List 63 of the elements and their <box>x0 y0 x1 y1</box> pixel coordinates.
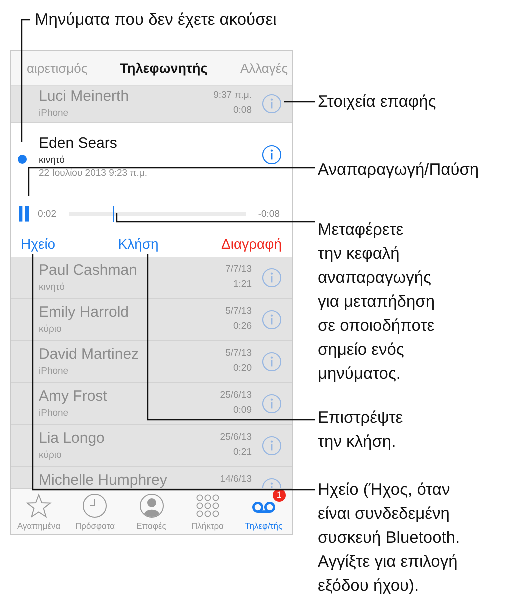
tab-item[interactable]: Πλήκτρα <box>180 489 236 534</box>
leader-line <box>284 101 315 103</box>
tab-label: Επαφές <box>136 520 166 530</box>
action-link[interactable]: Ηχείο <box>21 236 56 252</box>
segment-title[interactable]: Αλλαγές <box>240 60 288 76</box>
caller-name: David Martinez <box>39 346 140 363</box>
message-date: 22 Ιουλίου 2013 9:23 π.μ. <box>39 168 149 179</box>
callout-text: Στοιχεία επαφής <box>318 92 436 113</box>
caller-name: Emily Harrold <box>39 304 130 321</box>
phone-label: κινητό <box>39 282 66 293</box>
info-icon[interactable] <box>262 145 282 165</box>
pause-icon[interactable] <box>19 206 30 222</box>
phone-label: iPhone <box>39 108 70 119</box>
message-time: 9:37 π.μ. <box>214 89 252 103</box>
clock-icon <box>82 492 108 518</box>
callout-text: Επιστρέψτε την κλήση. <box>318 408 404 453</box>
star-icon <box>26 492 52 518</box>
caller-name: Amy Frost <box>39 388 108 405</box>
callout-text: Αναπαραγωγή/Παύση <box>318 160 480 181</box>
tab-label: Πλήκτρα <box>191 520 224 530</box>
phone-label: κύριο <box>39 450 63 461</box>
action-link[interactable]: Διαγραφή <box>222 236 282 252</box>
tab-item[interactable]: Πρόσφατα <box>67 489 124 534</box>
voicemail-icon <box>252 502 276 512</box>
segment-title[interactable]: Τηλεφωνητής <box>120 60 208 76</box>
message-time: 5/7/13 <box>226 347 252 361</box>
person-icon <box>138 492 164 518</box>
message-duration: 0:08 <box>232 104 252 118</box>
badge: 1 <box>272 488 286 502</box>
message-time: 7/7/13 <box>226 263 252 277</box>
keypad-icon <box>194 492 221 518</box>
remaining-time: -0:08 <box>258 208 280 220</box>
message-duration: 1:21 <box>232 278 252 292</box>
message-time: 25/6/13 <box>220 431 252 445</box>
callout-text: Μηνύματα που δεν έχετε ακούσει <box>35 10 277 31</box>
caller-name: Eden Sears <box>39 135 118 152</box>
message-time: 25/6/13 <box>220 389 252 403</box>
message-duration: 0:20 <box>232 362 252 376</box>
action-link[interactable]: Κλήση <box>118 236 159 252</box>
message-time: 14/6/13 <box>220 473 252 487</box>
tab-item[interactable]: Επαφές <box>123 489 180 534</box>
message-duration: 0:21 <box>232 446 252 460</box>
tab-label: Τηλεφ/τής <box>245 520 283 530</box>
caller-name: Michelle Humphrey <box>39 472 168 488</box>
phone-label: iPhone <box>39 366 70 377</box>
caller-name: Paul Cashman <box>39 262 138 279</box>
callout-text: Μεταφέρετε την κεφαλή αναπαραγωγής για μεταπήδηση σε οποιοδήποτε σημείο ενός μηνύματος. <box>318 220 436 385</box>
tab-item[interactable]: Αγαπημένα <box>11 489 68 534</box>
callout-text: Ηχείο (Ήχος, όταν είναι συνδεδεμένη συσκευή Bluetooth. Αγγίξτε για επιλογή εξόδου ήχου). <box>318 480 460 597</box>
tab-label: Αγαπημένα <box>18 520 61 530</box>
tab-label: Πρόσφατα <box>76 520 116 530</box>
segment-title[interactable]: αιρετισμός <box>27 60 88 76</box>
message-time: 5/7/13 <box>226 305 252 319</box>
caller-name: Luci Meinerth <box>39 88 130 105</box>
phone-label: κύριο <box>39 324 63 335</box>
message-duration: 0:09 <box>232 404 252 418</box>
elapsed-time: 0:02 <box>38 208 56 220</box>
phone-label: iPhone <box>39 408 70 419</box>
caller-name: Lia Longo <box>39 430 106 447</box>
tab-item[interactable]: 1 Τηλεφ/τής <box>236 489 292 534</box>
message-duration: 0:26 <box>232 320 252 334</box>
phone-label: κινητό <box>39 155 66 166</box>
message-row[interactable]: Eden Sears κινητό 22 Ιουλίου 2013 9:23 π.μ. 0:02 -0:08 Ηχείο Κλήση Διαγραφή <box>11 123 292 257</box>
